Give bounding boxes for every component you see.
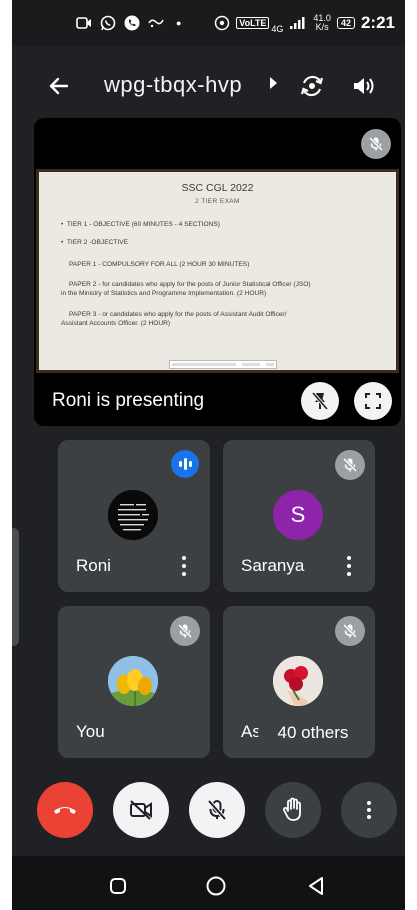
mic-off-icon [342, 623, 358, 639]
battery-indicator: 42 [336, 17, 355, 29]
raise-hand-icon [283, 797, 301, 821]
dot-icon: ● [176, 18, 182, 28]
slide-line: PAPER 3 - or candidates who apply for th… [69, 311, 287, 318]
mic-off-indicator [335, 450, 365, 480]
back-arrow-icon [49, 77, 69, 95]
avatar [273, 656, 323, 706]
slide-content: SSC CGL 2022 2 TIER EXAM • TIER 1 - OBJE… [39, 172, 396, 370]
whatsapp-icon [100, 15, 116, 31]
participant-tile-saranya[interactable]: S Saranya [223, 440, 375, 592]
participant-name: Roni [76, 556, 111, 575]
mic-off-icon [177, 623, 193, 639]
slide-line: PAPER 1 - COMPULSORY FOR ALL (2 HOUR 30 … [69, 261, 250, 268]
mic-off-icon [342, 457, 358, 473]
meet-screen: ● VoLTE 4G 41.0K/s 42 2:21 wpg-tbqx-hvp [12, 0, 405, 910]
avatar: S [273, 490, 323, 540]
camera-toggle-button[interactable] [113, 782, 169, 838]
fullscreen-icon [365, 393, 381, 409]
chevron-right-icon[interactable] [268, 76, 278, 93]
phone-icon [124, 15, 140, 31]
participant-options-button[interactable] [178, 554, 190, 578]
home-icon [206, 876, 226, 896]
home-button[interactable] [204, 874, 228, 898]
participant-tile-roni[interactable]: Roni [58, 440, 210, 592]
network-speed: 41.0 K/s [313, 13, 331, 32]
participant-options-button[interactable] [343, 554, 355, 578]
system-nav-bar [12, 856, 405, 910]
signal-icon [289, 16, 307, 30]
mic-off-indicator [335, 616, 365, 646]
speaker-icon [354, 78, 374, 94]
status-bar: ● VoLTE 4G 41.0 K/s 42 2:21 [12, 0, 405, 46]
slide-line: • TIER 2 -OBJECTIVE [61, 239, 129, 246]
pin-off-icon [311, 391, 329, 411]
unpin-button[interactable] [301, 382, 339, 420]
presenting-label: Roni is presenting [52, 390, 205, 411]
mic-off-icon [207, 799, 227, 821]
app-icon [148, 17, 164, 29]
presenter-mic-off-indicator [361, 129, 391, 159]
clock: 2:21 [360, 13, 395, 32]
slide-line: Assistant Accounts Officer. (2 HOUR) [61, 320, 171, 327]
back-button[interactable] [40, 68, 76, 104]
recents-icon [110, 878, 126, 894]
volte-badge: VoLTE [236, 17, 270, 29]
recents-button[interactable] [106, 874, 130, 898]
participant-tile-you[interactable]: You [58, 606, 210, 758]
speaker-button[interactable] [346, 68, 382, 104]
back-triangle-icon [309, 877, 323, 895]
slide-subtitle: 2 TIER EXAM [195, 198, 240, 205]
fullscreen-button[interactable] [354, 382, 392, 420]
more-options-icon [367, 801, 371, 819]
participant-name: Saranya [241, 556, 305, 575]
speaking-indicator-icon [171, 450, 199, 478]
back-nav-button[interactable] [304, 874, 328, 898]
video-call-icon [76, 16, 92, 30]
more-options-button[interactable] [341, 782, 397, 838]
slide-title: SSC CGL 2022 [181, 182, 254, 194]
others-count-chip[interactable]: 40 others [258, 713, 368, 753]
switch-camera-button[interactable] [294, 68, 330, 104]
mic-off-indicator [170, 616, 200, 646]
shared-slide: SSC CGL 2022 2 TIER EXAM • TIER 1 - OBJE… [36, 169, 399, 373]
mic-toggle-button[interactable] [189, 782, 245, 838]
meeting-top-bar: wpg-tbqx-hvp [12, 54, 405, 118]
switch-camera-icon [300, 75, 324, 97]
avatar [108, 656, 158, 706]
hotspot-icon [214, 15, 230, 31]
network-gen: 4G [271, 23, 284, 34]
end-call-button[interactable] [37, 782, 93, 838]
slide-line: • TIER 1 - OBJECTIVE (60 MINUTES - 4 SEC… [61, 221, 221, 228]
meeting-code[interactable]: wpg-tbqx-hvp [104, 72, 242, 98]
edge-panel-handle[interactable] [12, 528, 19, 646]
mic-off-icon [368, 136, 384, 152]
screen-share-bar [169, 360, 277, 369]
presentation-card[interactable]: SSC CGL 2022 2 TIER EXAM • TIER 1 - OBJE… [34, 118, 401, 426]
raise-hand-button[interactable] [265, 782, 321, 838]
camera-off-icon [130, 800, 152, 820]
slide-line: in the Ministry of Statistics and Progra… [61, 290, 267, 297]
avatar [108, 490, 158, 540]
slide-line: PAPER 2 - for candidates who apply for t… [69, 281, 311, 288]
end-call-icon [54, 807, 76, 814]
participant-name: You [76, 722, 105, 741]
